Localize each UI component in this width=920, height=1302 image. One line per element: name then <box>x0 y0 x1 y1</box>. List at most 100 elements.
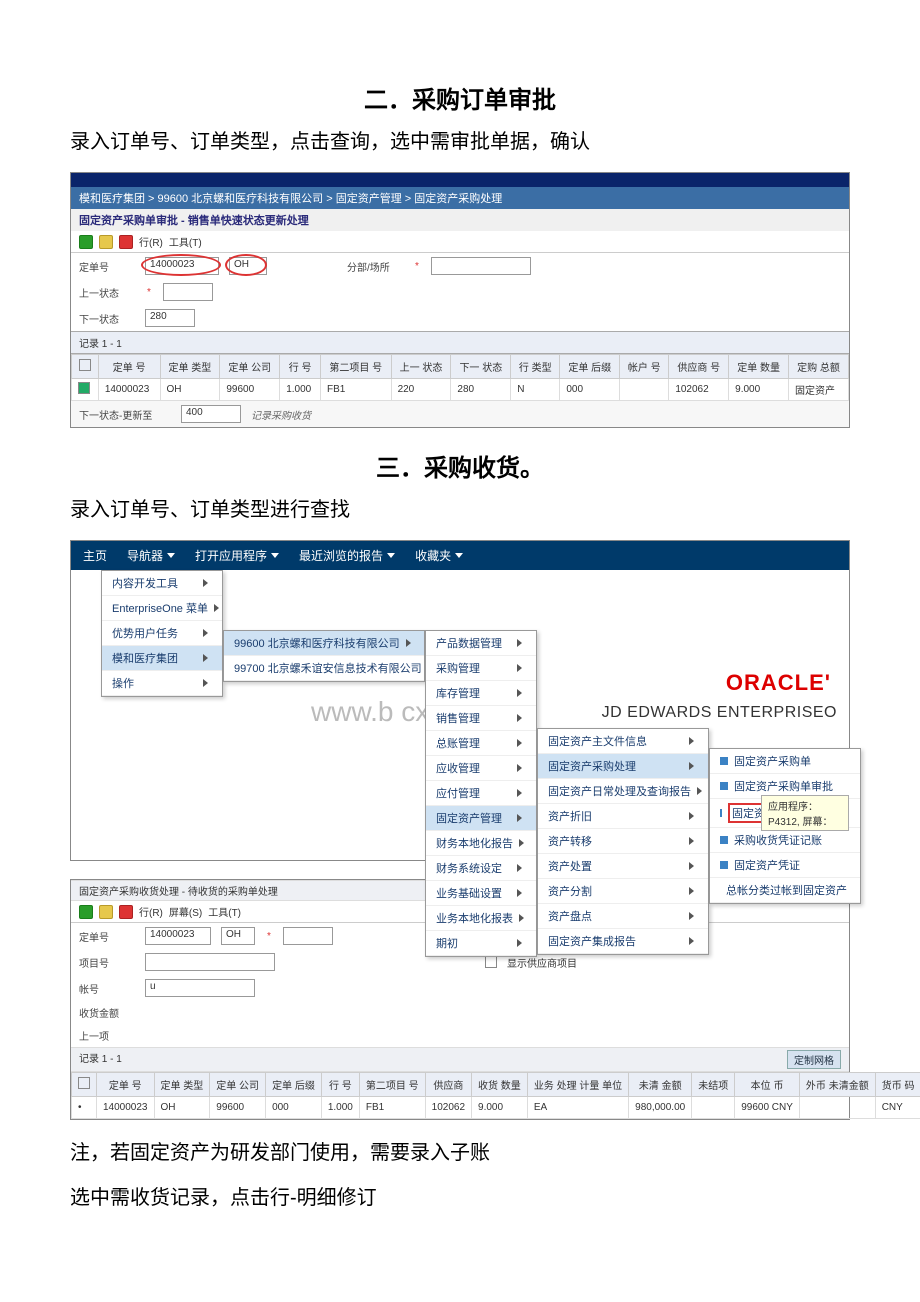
mi-99600[interactable]: 99600 北京螺和医疗科技有限公司 <box>224 631 424 656</box>
suffix-input[interactable] <box>283 927 333 945</box>
col-line[interactable]: 行 号 <box>321 1073 359 1097</box>
cancel-icon[interactable] <box>119 905 133 919</box>
col-fx[interactable]: 外币 未清金额 <box>799 1073 875 1097</box>
col-acct[interactable]: 帐户 号 <box>620 355 669 379</box>
toolbar-tools[interactable]: 工具(T) <box>169 234 202 249</box>
menu-level-3[interactable]: 产品数据管理 采购管理 库存管理 销售管理 总账管理 应收管理 应付管理 固定资… <box>425 630 537 957</box>
prev-status-input[interactable] <box>163 283 213 301</box>
col-orderno[interactable]: 定单 号 <box>97 1073 155 1097</box>
receipt-grid[interactable]: 定单 号 定单 类型 定单 公司 定单 后缀 行 号 第二项目 号 供应商 收货… <box>71 1072 920 1119</box>
table-row[interactable]: • 14000023 OH 99600 000 1.000 FB1 102062… <box>72 1097 920 1119</box>
col-orderno[interactable]: 定单 号 <box>98 355 160 379</box>
mi-fa-post[interactable]: 总帐分类过帐到固定资产 <box>710 878 860 903</box>
mi-fa-depr[interactable]: 资产折旧 <box>538 804 708 829</box>
table-row[interactable]: 14000023 OH 99600 1.000 FB1 220 280 N 00… <box>72 379 849 401</box>
nav-fav[interactable]: 收藏夹 <box>415 547 463 564</box>
cell: N <box>511 379 560 401</box>
mi-fa-count[interactable]: 资产盘点 <box>538 904 708 929</box>
nav-navigator[interactable]: 导航器 <box>127 547 175 564</box>
col-qty[interactable]: 收货 数量 <box>472 1073 528 1097</box>
col-item2[interactable]: 第二项目 号 <box>320 355 391 379</box>
mi-fa-master[interactable]: 固定资产主文件信息 <box>538 729 708 754</box>
acct-input[interactable]: u <box>145 979 255 997</box>
col-supplier[interactable]: 供应商 号 <box>669 355 729 379</box>
col-supplier[interactable]: 供应商 <box>425 1073 471 1097</box>
toolbar-row[interactable]: 行(R) <box>139 234 163 249</box>
next-status-input[interactable]: 280 <box>145 309 195 327</box>
approval-grid[interactable]: 定单 号 定单 类型 定单 公司 行 号 第二项目 号 上一 状态 下一 状态 … <box>71 354 849 401</box>
col-prev[interactable]: 上一 状态 <box>391 355 451 379</box>
mi-so[interactable]: 销售管理 <box>426 706 536 731</box>
menu-level-2[interactable]: 99600 北京螺和医疗科技有限公司 99700 北京螺禾谊安信息技术有限公司 <box>223 630 425 682</box>
toolbar-screen[interactable]: 屏幕(S) <box>169 904 202 919</box>
mi-gl[interactable]: 总账管理 <box>426 731 536 756</box>
cancel-icon[interactable] <box>119 235 133 249</box>
mi-content-dev[interactable]: 内容开发工具 <box>102 571 222 596</box>
col-company[interactable]: 定单 公司 <box>220 355 280 379</box>
mi-pdm[interactable]: 产品数据管理 <box>426 631 536 656</box>
col-uom[interactable]: 业务 处理 计量 单位 <box>527 1073 628 1097</box>
mi-ar[interactable]: 应收管理 <box>426 756 536 781</box>
mi-99700[interactable]: 99700 北京螺禾谊安信息技术有限公司 <box>224 656 424 681</box>
select-all[interactable] <box>78 1077 90 1089</box>
ok-icon[interactable] <box>79 235 93 249</box>
col-amount[interactable]: 定购 总额 <box>789 355 849 379</box>
col-company[interactable]: 定单 公司 <box>210 1073 266 1097</box>
mi-eone[interactable]: EnterpriseOne 菜单 <box>102 596 222 621</box>
ok-icon[interactable] <box>79 905 93 919</box>
customize-grid-button[interactable]: 定制网格 <box>787 1050 841 1069</box>
mi-fa-daily[interactable]: 固定资产日常处理及查询报告 <box>538 779 708 804</box>
col-cur[interactable]: 货币 码 <box>875 1073 920 1097</box>
nav-recent[interactable]: 最近浏览的报告 <box>299 547 395 564</box>
mi-inv[interactable]: 库存管理 <box>426 681 536 706</box>
col-next[interactable]: 下一 状态 <box>451 355 511 379</box>
select-all[interactable] <box>79 359 91 371</box>
col-qty[interactable]: 定单 数量 <box>729 355 789 379</box>
ordertype-input[interactable]: OH <box>221 927 255 945</box>
col-line[interactable]: 行 号 <box>280 355 321 379</box>
row-check[interactable] <box>78 382 90 394</box>
mi-period[interactable]: 期初 <box>426 931 536 956</box>
mi-fa-voucher[interactable]: 采购收货凭证记账 <box>710 828 860 853</box>
col-openamt[interactable]: 未清 金额 <box>629 1073 692 1097</box>
mi-bizloc[interactable]: 业务本地化报表 <box>426 906 536 931</box>
nav-home[interactable]: 主页 <box>83 547 107 564</box>
footer-val[interactable]: 400 <box>181 405 241 423</box>
mi-fa-cert[interactable]: 固定资产凭证 <box>710 853 860 878</box>
mi-fa-split[interactable]: 资产分割 <box>538 879 708 904</box>
col-suffix[interactable]: 定单 后缀 <box>560 355 620 379</box>
mi-fa-xfer[interactable]: 资产转移 <box>538 829 708 854</box>
find-icon[interactable] <box>99 905 113 919</box>
col-ordertype[interactable]: 定单 类型 <box>160 355 220 379</box>
mi-fa-po[interactable]: 固定资产采购处理 <box>538 754 708 779</box>
col-ordertype[interactable]: 定单 类型 <box>154 1073 210 1097</box>
menu-level-4[interactable]: 固定资产主文件信息 固定资产采购处理 固定资产日常处理及查询报告 资产折旧 资产… <box>537 728 709 955</box>
orderno-input[interactable]: 14000023 <box>145 927 211 945</box>
menu-level-1[interactable]: 内容开发工具 EnterpriseOne 菜单 优势用户任务 模和医疗集团 操作 <box>101 570 223 697</box>
mi-fa-int[interactable]: 固定资产集成报告 <box>538 929 708 954</box>
mi-finset[interactable]: 财务系统设定 <box>426 856 536 881</box>
nav-open-app[interactable]: 打开应用程序 <box>195 547 279 564</box>
find-icon[interactable] <box>99 235 113 249</box>
col-item2[interactable]: 第二项目 号 <box>359 1073 425 1097</box>
toolbar-tools[interactable]: 工具(T) <box>208 904 241 919</box>
mi-po[interactable]: 采购管理 <box>426 656 536 681</box>
toolbar-row[interactable]: 行(R) <box>139 904 163 919</box>
cell: 14000023 <box>98 379 160 401</box>
col-suffix[interactable]: 定单 后缀 <box>266 1073 322 1097</box>
col-base[interactable]: 本位 币 <box>735 1073 800 1097</box>
mi-fa-disp[interactable]: 资产处置 <box>538 854 708 879</box>
mi-ap[interactable]: 应付管理 <box>426 781 536 806</box>
col-linetype[interactable]: 行 类型 <box>511 355 560 379</box>
branch-input[interactable] <box>431 257 531 275</box>
gl-checkbox[interactable] <box>485 956 497 968</box>
mi-bizset[interactable]: 业务基础设置 <box>426 881 536 906</box>
item-input[interactable] <box>145 953 275 971</box>
col-open[interactable]: 未结项 <box>692 1073 735 1097</box>
mi-group[interactable]: 模和医疗集团 <box>102 646 222 671</box>
mi-poweruser[interactable]: 优势用户任务 <box>102 621 222 646</box>
mi-ops[interactable]: 操作 <box>102 671 222 696</box>
mi-finloc[interactable]: 财务本地化报告 <box>426 831 536 856</box>
mi-fa-po-entry[interactable]: 固定资产采购单 <box>710 749 860 774</box>
mi-fa[interactable]: 固定资产管理 <box>426 806 536 831</box>
